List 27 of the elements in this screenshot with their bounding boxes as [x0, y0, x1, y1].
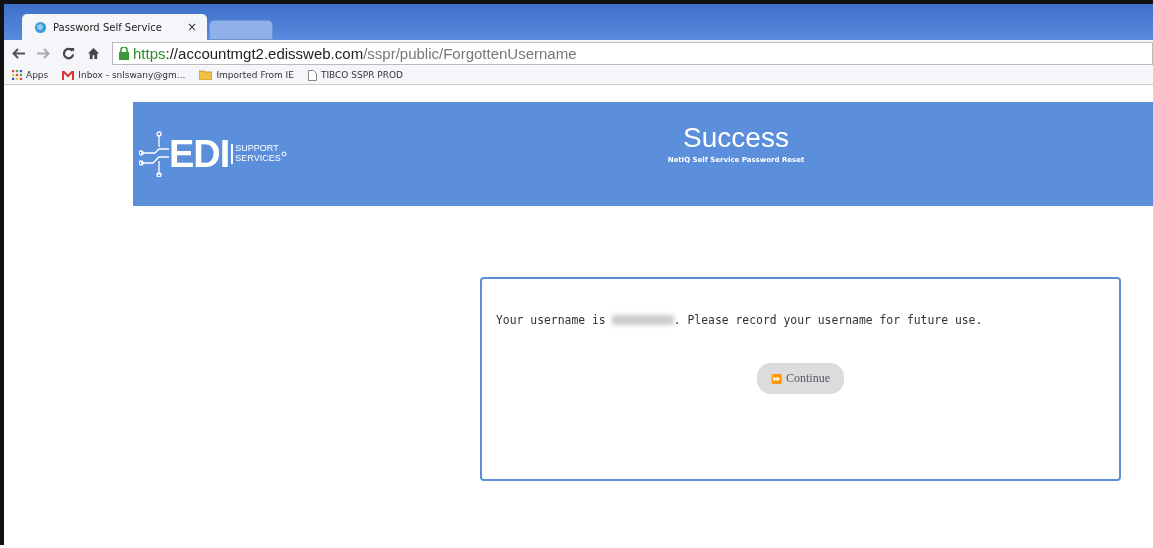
page-icon: [307, 69, 317, 81]
bookmark-link[interactable]: Apps: [12, 70, 49, 80]
circuit-dot-icon: [280, 151, 287, 157]
logo-wordmark: EDI: [169, 135, 230, 173]
address-bar[interactable]: https://accountmgt2.edissweb.com/sspr/public/ForgottenUsername: [112, 41, 1153, 65]
circuit-icon: [139, 131, 169, 177]
logo-subtitle: SERVICES: [235, 154, 281, 164]
back-icon[interactable]: [12, 47, 25, 59]
bookmark-link[interactable]: Inbox - snlswany@gm...: [62, 70, 186, 80]
blurred-username: [611, 315, 674, 325]
message-text: Your username is: [496, 313, 606, 327]
globe-icon: [34, 20, 47, 34]
browser-tab[interactable]: Password Self Service ×: [22, 14, 207, 40]
url-text: https://accountmgt2.edissweb.com/sspr/public/ForgottenUsername: [133, 44, 577, 62]
logo-subtitle: SUPPORT: [235, 144, 279, 154]
bookmark-link[interactable]: TIBCO SSPR PROD: [307, 69, 403, 81]
continue-button[interactable]: ⏩ Continue: [757, 363, 844, 394]
close-tab-button[interactable]: ×: [186, 20, 197, 34]
bookmark-link[interactable]: Imported From IE: [199, 70, 294, 80]
message-text: . Please record your username for future use.: [673, 313, 983, 327]
mail-icon: [62, 70, 75, 80]
reload-icon[interactable]: [62, 46, 75, 60]
home-icon[interactable]: [87, 46, 100, 60]
page-title: Success: [683, 124, 789, 152]
apps-grid-icon: [12, 70, 22, 80]
folder-icon: [199, 70, 213, 80]
lock-icon: [119, 46, 129, 60]
